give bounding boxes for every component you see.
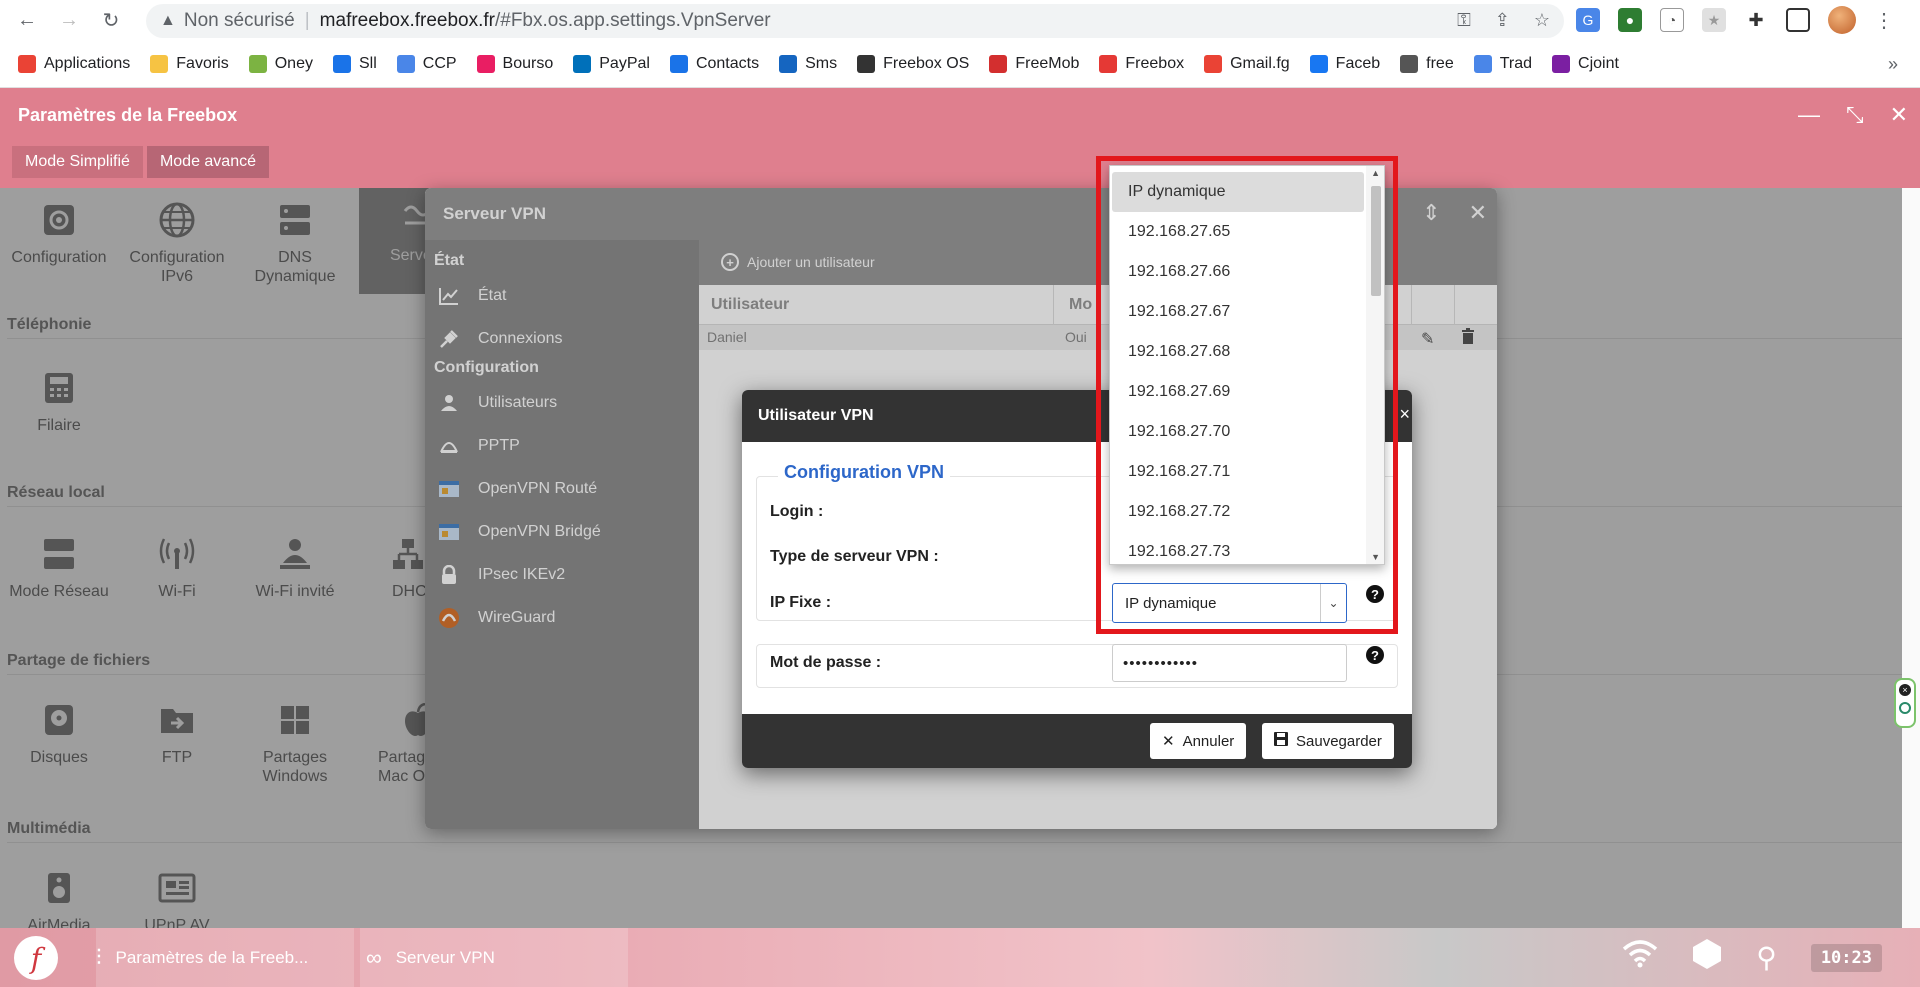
ip-fixe-label: IP Fixe :: [770, 594, 832, 611]
restore-icon[interactable]: ⤡: [1846, 102, 1864, 128]
bookmark-favicon-icon: [989, 55, 1008, 73]
share-icon[interactable]: ⇪: [1495, 10, 1510, 31]
sliders-icon: ⫶: [96, 944, 102, 970]
url-host: mafreebox.freebox.fr: [319, 10, 495, 31]
help-icon[interactable]: ?: [1366, 646, 1384, 664]
address-bar[interactable]: ▲ Non sécurisé | mafreebox.freebox.fr /#…: [146, 4, 1564, 38]
highlight-rectangle: [1096, 156, 1398, 634]
e-circle-icon[interactable]: [1899, 702, 1911, 714]
bookmark-favicon-icon: [248, 55, 267, 73]
bookmark-item[interactable]: Freebox OS: [857, 55, 969, 73]
bookmark-item[interactable]: Favoris: [150, 55, 229, 73]
close-circle-icon[interactable]: ×: [1899, 684, 1911, 696]
clock: 10:23: [1810, 943, 1882, 972]
globe-ext-icon[interactable]: ●: [1618, 8, 1642, 32]
menu-kebab-icon[interactable]: ⋮: [1874, 8, 1894, 33]
taskbar-item-vpn[interactable]: ∞ Serveur VPN: [360, 928, 628, 987]
mode-simple-button[interactable]: Mode Simplifié: [12, 146, 143, 178]
bookmark-favicon-icon: [150, 55, 169, 73]
bookmark-favicon-icon: [779, 55, 798, 73]
bookmark-item[interactable]: Cjoint: [1552, 55, 1619, 73]
bookmark-item[interactable]: Faceb: [1309, 55, 1380, 73]
bookmark-favicon-icon: [18, 55, 36, 73]
taskbar: f ⫶ Paramètres de la Freeb... ∞ Serveur …: [0, 928, 1920, 987]
bookmark-item[interactable]: free: [1400, 55, 1454, 73]
bookmark-item[interactable]: Sms: [779, 55, 837, 73]
bookmark-item[interactable]: Sll: [332, 55, 377, 73]
bookmark-favicon-icon: [1204, 55, 1223, 73]
speed-ext-icon[interactable]: ◔: [1660, 8, 1684, 32]
dialog-close-icon[interactable]: ×: [1399, 404, 1410, 425]
login-label: Login :: [770, 503, 824, 520]
x-icon: ✕: [1162, 733, 1175, 750]
bookmark-favicon-icon: [669, 55, 688, 73]
bookmark-item[interactable]: Contacts: [669, 55, 759, 73]
bookmark-item[interactable]: CCP: [396, 55, 457, 73]
cancel-button[interactable]: ✕ Annuler: [1150, 723, 1247, 759]
forward-icon[interactable]: →: [54, 6, 84, 36]
url-path: /#Fbx.os.app.settings.VpnServer: [494, 10, 771, 31]
reload-icon[interactable]: ↻: [96, 6, 126, 36]
bookmark-item[interactable]: Freebox: [1099, 55, 1184, 73]
profile-avatar[interactable]: [1828, 6, 1856, 34]
browser-toolbar: ← → ↻ ▲ Non sécurisé | mafreebox.freebox…: [0, 0, 1920, 41]
freebox-logo[interactable]: f: [14, 936, 58, 980]
bookmark-favicon-icon: [1473, 55, 1492, 73]
back-icon[interactable]: ←: [12, 6, 42, 36]
vpn-icon: ∞: [366, 944, 382, 970]
app-header: Paramètres de la Freebox — ⤡ ✕ Mode Simp…: [0, 88, 1920, 188]
bookmark-favicon-icon: [857, 55, 876, 73]
bookmark-item[interactable]: Oney: [248, 55, 313, 73]
bookmark-ext-icon[interactable]: ★: [1702, 8, 1726, 32]
save-button[interactable]: Sauvegarder: [1262, 723, 1394, 759]
password-label: Mot de passe :: [770, 654, 882, 671]
bookmark-item[interactable]: FreeMob: [989, 55, 1079, 73]
wifi-icon[interactable]: [1622, 940, 1658, 975]
bookmark-favicon-icon: [332, 55, 351, 73]
app-title: Paramètres de la Freebox: [18, 105, 238, 125]
password-field[interactable]: ••••••••••••: [1112, 644, 1347, 682]
usb-icon[interactable]: ⚲: [1756, 941, 1777, 974]
mode-advanced-button[interactable]: Mode avancé: [146, 146, 269, 178]
server-type-label: Type de serveur VPN :: [770, 548, 939, 565]
bookmarks-more-icon[interactable]: »: [1888, 54, 1898, 75]
sidepanel-icon[interactable]: [1786, 8, 1810, 32]
dialog-footer: ✕ Annuler Sauvegarder: [742, 714, 1412, 768]
star-icon[interactable]: ☆: [1534, 10, 1550, 31]
bookmark-item[interactable]: PayPal: [573, 55, 650, 73]
page-scrollbar[interactable]: [1902, 188, 1920, 928]
config-legend: Configuration VPN: [778, 462, 950, 483]
bookmark-favicon-icon: [1099, 55, 1118, 73]
translate-ext-icon[interactable]: G: [1576, 8, 1600, 32]
bookmark-item[interactable]: Trad: [1473, 55, 1532, 73]
floppy-icon: [1274, 732, 1288, 750]
dialog-title: Utilisateur VPN: [758, 407, 874, 424]
side-widget[interactable]: ×: [1894, 678, 1916, 728]
bookmark-item[interactable]: Applications: [18, 55, 130, 73]
bookmark-item[interactable]: Gmail.fg: [1204, 55, 1290, 73]
bookmark-favicon-icon: [1400, 55, 1419, 73]
bookmarks-bar: Applications Favoris Oney Sll CCP Bourso PayPa…: [0, 41, 1920, 88]
bookmark-favicon-icon: [476, 55, 495, 73]
hexagon-icon[interactable]: [1692, 938, 1722, 977]
taskbar-item-parametres[interactable]: ⫶ Paramètres de la Freeb...: [96, 928, 354, 987]
bookmark-item[interactable]: Bourso: [476, 55, 553, 73]
warning-icon: ▲: [160, 12, 176, 29]
bookmark-favicon-icon: [1309, 55, 1328, 73]
puzzle-icon[interactable]: ✚: [1744, 8, 1768, 32]
key-icon[interactable]: ⚿: [1457, 10, 1471, 31]
close-icon[interactable]: ✕: [1890, 102, 1908, 128]
bookmark-favicon-icon: [396, 55, 415, 73]
bookmark-favicon-icon: [1552, 55, 1571, 73]
minimize-icon[interactable]: —: [1798, 102, 1820, 128]
insecure-label: Non sécurisé: [183, 10, 295, 31]
bookmark-favicon-icon: [573, 55, 592, 73]
